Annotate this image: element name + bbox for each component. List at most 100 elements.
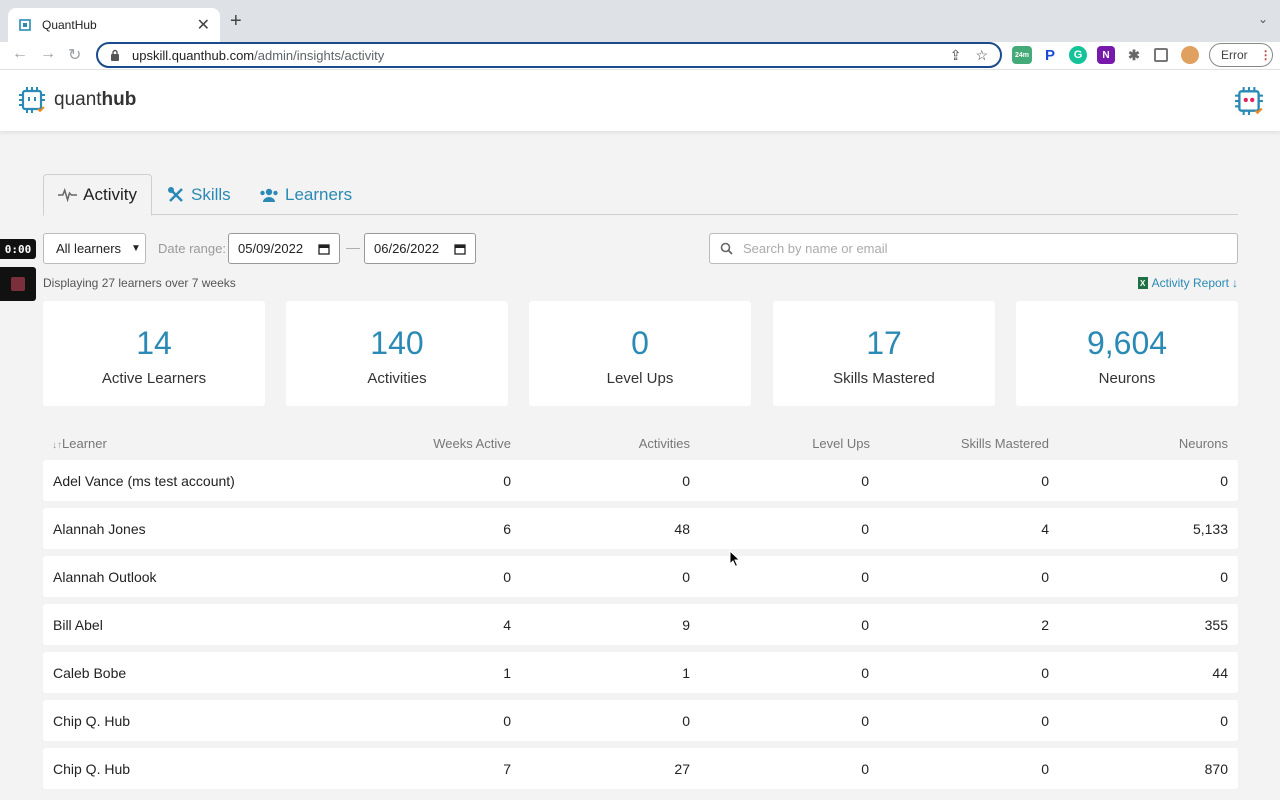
learner-name[interactable]: Chip Q. Hub [53, 761, 130, 777]
calendar-icon[interactable] [318, 243, 330, 255]
cell-skills-mastered: 4 [1041, 521, 1049, 537]
browser-tab-title: QuantHub [42, 18, 97, 32]
forward-icon[interactable]: → [40, 45, 56, 63]
cell-level-ups: 0 [861, 617, 869, 633]
browser-tab[interactable]: QuantHub ✕ [8, 8, 220, 42]
tools-icon [168, 186, 183, 202]
browser-menu-icon[interactable]: ⋮ [1260, 48, 1272, 62]
quanthub-favicon-icon [19, 19, 31, 31]
learner-name[interactable]: Adel Vance (ms test account) [53, 473, 235, 489]
cell-weeks-active: 0 [503, 569, 511, 585]
start-date-value: 05/09/2022 [238, 241, 304, 256]
recording-timer: 0:00 [0, 239, 36, 259]
onenote-icon[interactable]: N [1097, 46, 1115, 64]
profile-avatar-icon[interactable] [1181, 46, 1199, 64]
cell-skills-mastered: 0 [1041, 569, 1049, 585]
stat-card-neurons: 9,604 Neurons [1016, 301, 1238, 406]
learner-name[interactable]: Chip Q. Hub [53, 713, 130, 729]
search-icon [720, 242, 733, 255]
excel-icon: X [1137, 277, 1148, 289]
activity-report-link[interactable]: X Activity Report ↓ [1137, 276, 1238, 290]
chip-logo-icon [19, 87, 45, 113]
cell-skills-mastered: 2 [1041, 617, 1049, 633]
cell-level-ups: 0 [861, 713, 869, 729]
grammarly-icon[interactable]: G [1069, 46, 1087, 64]
share-icon[interactable]: ⇪ [950, 47, 962, 64]
table-row[interactable]: Caleb Bobe 1 1 0 0 44 [43, 652, 1238, 693]
search-box[interactable] [709, 233, 1238, 264]
column-header-weeks-active[interactable]: Weeks Active [411, 436, 511, 451]
extension-timer-icon[interactable]: 24m [1012, 46, 1032, 64]
tab-activity-label: Activity [83, 185, 137, 204]
pulse-icon [58, 188, 78, 202]
start-date-input[interactable]: 05/09/2022 [228, 233, 340, 264]
tab-search-chevron-icon[interactable]: ⌄ [1258, 12, 1268, 26]
end-date-input[interactable]: 06/26/2022 [364, 233, 476, 264]
tab-activity[interactable]: Activity [43, 174, 152, 216]
column-header-activities[interactable]: Activities [590, 436, 690, 451]
activity-report-label: Activity Report [1151, 276, 1229, 290]
cell-level-ups: 0 [861, 473, 869, 489]
stat-value: 17 [866, 325, 902, 361]
column-header-neurons[interactable]: Neurons [1128, 436, 1228, 451]
user-avatar[interactable] [1234, 86, 1264, 121]
reload-icon[interactable]: ↻ [68, 45, 81, 65]
url-path: /admin/insights/activity [254, 47, 385, 63]
table-row[interactable]: Chip Q. Hub 7 27 0 0 870 [43, 748, 1238, 789]
cell-activities: 0 [682, 473, 690, 489]
stat-label: Neurons [1098, 370, 1156, 387]
learner-name[interactable]: Bill Abel [53, 617, 103, 633]
quanthub-logo[interactable]: quanthub [18, 86, 136, 114]
extensions-puzzle-icon[interactable]: ✱ [1125, 46, 1143, 64]
back-icon[interactable]: ← [12, 45, 28, 63]
learners-select[interactable]: All learners ▼ [43, 233, 146, 264]
date-range-label: Date range: [158, 241, 226, 256]
tab-skills[interactable]: Skills [153, 174, 245, 215]
cell-skills-mastered: 0 [1041, 473, 1049, 489]
cell-activities: 27 [674, 761, 690, 777]
cell-skills-mastered: 0 [1041, 713, 1049, 729]
table-row[interactable]: Chip Q. Hub 0 0 0 0 0 [43, 700, 1238, 741]
column-header-learner[interactable]: ↓↑Learner [52, 436, 107, 451]
address-bar[interactable]: upskill.quanthub.com/admin/insights/acti… [96, 42, 1002, 68]
insights-tabs: Activity Skills Learners [43, 174, 1238, 216]
cell-activities: 9 [682, 617, 690, 633]
stop-icon [11, 277, 25, 291]
table-row[interactable]: Alannah Jones 6 48 0 4 5,133 [43, 508, 1238, 549]
new-tab-icon[interactable]: + [230, 10, 242, 33]
stat-card-active-learners: 14 Active Learners [43, 301, 265, 406]
end-date-value: 06/26/2022 [374, 241, 440, 256]
stat-label: Activities [367, 370, 427, 387]
table-row[interactable]: Adel Vance (ms test account) 0 0 0 0 0 [43, 460, 1238, 501]
url-host: upskill.quanthub.com [132, 47, 255, 63]
bookmark-star-icon[interactable]: ☆ [975, 47, 988, 64]
cell-weeks-active: 7 [503, 761, 511, 777]
cell-neurons: 44 [1212, 665, 1228, 681]
profile-error-button[interactable]: Error ⋮ [1209, 43, 1273, 67]
users-icon [260, 188, 278, 202]
recording-stop-button[interactable] [0, 267, 36, 301]
cell-neurons: 355 [1204, 617, 1228, 633]
chevron-down-icon: ▼ [131, 243, 141, 254]
logo-text: quanthub [54, 89, 136, 111]
extension-p-icon[interactable]: P [1041, 46, 1059, 64]
tab-learners[interactable]: Learners [245, 174, 366, 215]
search-input[interactable] [743, 241, 1223, 256]
browser-toolbar: ← → ↻ upskill.quanthub.com/admin/insight… [0, 42, 1280, 70]
table-row[interactable]: Alannah Outlook 0 0 0 0 0 [43, 556, 1238, 597]
date-separator: — [346, 239, 360, 255]
learner-name[interactable]: Alannah Jones [53, 521, 146, 537]
stat-label: Active Learners [101, 370, 207, 387]
learner-name[interactable]: Caleb Bobe [53, 665, 126, 681]
download-arrow-icon: ↓ [1232, 276, 1238, 290]
learner-name[interactable]: Alannah Outlook [53, 569, 157, 585]
cell-neurons: 5,133 [1192, 521, 1228, 537]
table-row[interactable]: Bill Abel 4 9 0 2 355 [43, 604, 1238, 645]
column-header-level-ups[interactable]: Level Ups [770, 436, 870, 451]
calendar-icon[interactable] [454, 243, 466, 255]
side-panel-icon[interactable] [1154, 48, 1168, 62]
tab-close-icon[interactable]: ✕ [197, 15, 210, 35]
column-header-skills-mastered[interactable]: Skills Mastered [929, 436, 1049, 451]
stat-value: 14 [136, 325, 172, 361]
stat-value: 9,604 [1086, 325, 1168, 361]
